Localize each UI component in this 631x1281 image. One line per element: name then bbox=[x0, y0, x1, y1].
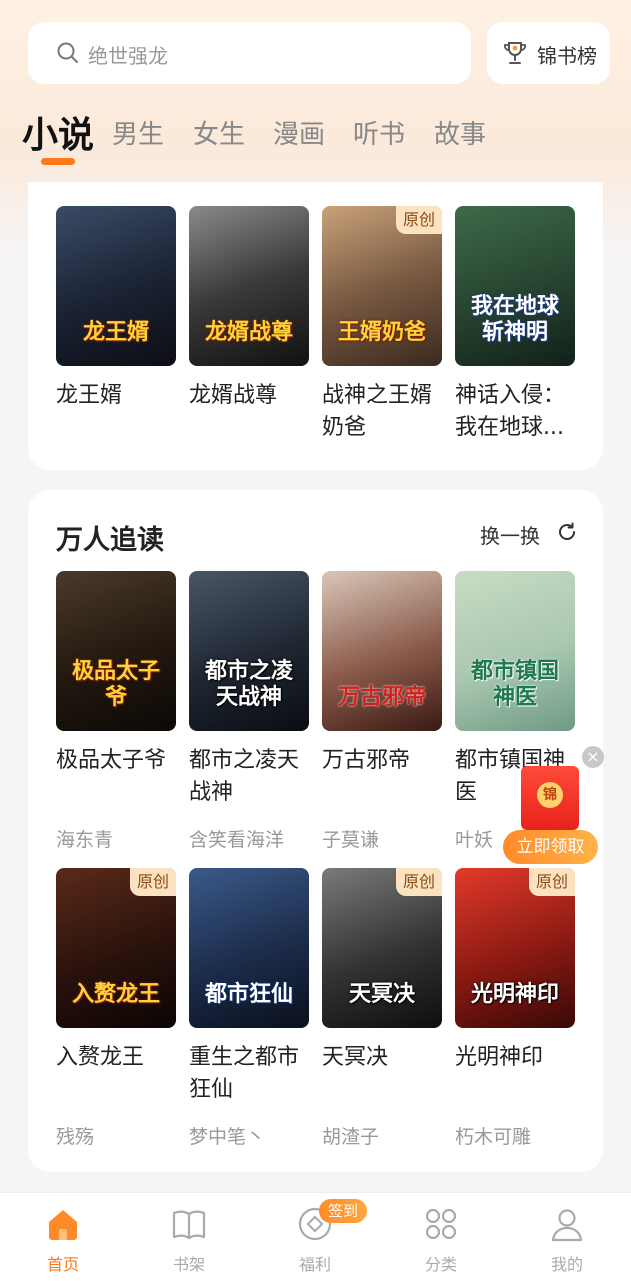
book-cover: 都市镇国神医 bbox=[455, 571, 575, 731]
book-title: 入赘龙王 bbox=[56, 1045, 145, 1070]
cover-title: 都市狂仙 bbox=[204, 982, 293, 1007]
book-cover: 极品太子爷 bbox=[56, 571, 176, 731]
tab-story[interactable]: 故事 bbox=[434, 114, 486, 151]
book-title: 光明神印 bbox=[455, 1045, 544, 1070]
book-author: 残殇 bbox=[56, 1126, 95, 1148]
original-badge: 原创 bbox=[396, 868, 442, 896]
nav-category[interactable]: 分类 bbox=[378, 1193, 504, 1281]
tab-indicator bbox=[41, 158, 75, 165]
book-title: 极品太子爷 bbox=[56, 748, 167, 773]
book-cover: 龙王婿 bbox=[56, 206, 176, 366]
book-section-top: 龙王婿 龙王婿 龙婿战尊 龙婿战尊 原创 王婿奶爸 战神之王婿奶爸 我在地球斩神… bbox=[28, 182, 603, 470]
cover-title: 龙婿战尊 bbox=[204, 320, 293, 345]
original-badge: 原创 bbox=[396, 206, 442, 234]
book-title: 万古邪帝 bbox=[322, 748, 411, 773]
book-cover: 万古邪帝 bbox=[322, 571, 442, 731]
book-cover: 龙婿战尊 bbox=[189, 206, 309, 366]
book-author: 朽木可雕 bbox=[455, 1126, 532, 1148]
nav-label: 我的 bbox=[550, 1255, 583, 1274]
bottom-navigation: 首页 书架 福利 分类 我的 bbox=[0, 1192, 631, 1281]
search-placeholder: 绝世强龙 bbox=[88, 44, 168, 68]
book-cover: 原创 光明神印 bbox=[455, 868, 575, 1028]
original-badge: 原创 bbox=[130, 868, 176, 896]
book-author: 子莫谦 bbox=[322, 829, 380, 851]
refresh-icon[interactable] bbox=[556, 521, 578, 543]
nav-home[interactable]: 首页 bbox=[0, 1193, 126, 1281]
category-tabs: 小说 男生 女生 漫画 听书 故事 bbox=[0, 106, 631, 166]
search-bar[interactable]: 绝世强龙 bbox=[28, 22, 471, 84]
bookshelf-icon bbox=[172, 1210, 206, 1240]
home-icon bbox=[49, 1210, 77, 1240]
trophy-icon bbox=[504, 42, 526, 64]
coin-icon: 锦 bbox=[537, 782, 563, 808]
book-title: 战神之王婿奶爸 bbox=[322, 383, 433, 440]
book-author: 海东青 bbox=[56, 829, 114, 851]
search-icon bbox=[57, 42, 78, 63]
cover-title: 王婿奶爸 bbox=[337, 320, 426, 345]
category-icon bbox=[425, 1208, 457, 1240]
refresh-button[interactable]: 换一换 bbox=[480, 520, 540, 549]
tab-novel[interactable]: 小说 bbox=[22, 106, 94, 158]
section-title: 万人追读 bbox=[56, 525, 164, 556]
book-title: 重生之都市狂仙 bbox=[189, 1045, 300, 1102]
book-title: 神话入侵：我在地球... bbox=[455, 383, 566, 440]
book-title: 都市之凌天战神 bbox=[189, 748, 300, 805]
cover-title: 我在地球斩神明 bbox=[470, 294, 559, 345]
sign-in-badge[interactable]: 签到 bbox=[319, 1199, 367, 1223]
claim-now-button[interactable]: 立即领取 bbox=[503, 830, 598, 864]
cover-title: 万古邪帝 bbox=[337, 685, 426, 710]
book-title: 龙婿战尊 bbox=[189, 383, 278, 408]
book-title: 天冥决 bbox=[322, 1045, 389, 1070]
rank-list-label: 锦书榜 bbox=[537, 44, 597, 68]
book-cover: 原创 入赘龙王 bbox=[56, 868, 176, 1028]
book-author: 梦中笔丶 bbox=[189, 1126, 266, 1148]
book-cover: 我在地球斩神明 bbox=[455, 206, 575, 366]
red-envelope-icon[interactable]: 锦 bbox=[521, 766, 579, 830]
close-icon[interactable]: × bbox=[582, 746, 604, 768]
tab-female[interactable]: 女生 bbox=[193, 114, 245, 151]
book-title: 龙王婿 bbox=[56, 383, 123, 408]
book-author: 叶妖 bbox=[455, 829, 494, 851]
book-author: 含笑看海洋 bbox=[189, 829, 285, 851]
rank-list-button[interactable]: 锦书榜 bbox=[487, 22, 610, 84]
nav-label: 书架 bbox=[172, 1255, 205, 1274]
nav-label: 首页 bbox=[46, 1255, 79, 1274]
cover-title: 天冥决 bbox=[348, 982, 415, 1007]
book-cover: 都市狂仙 bbox=[189, 868, 309, 1028]
profile-icon bbox=[551, 1209, 583, 1242]
cover-title: 极品太子爷 bbox=[71, 659, 160, 710]
nav-profile[interactable]: 我的 bbox=[504, 1193, 630, 1281]
nav-label: 福利 bbox=[298, 1255, 331, 1274]
nav-label: 分类 bbox=[424, 1255, 457, 1274]
book-cover: 原创 王婿奶爸 bbox=[322, 206, 442, 366]
original-badge: 原创 bbox=[529, 868, 575, 896]
cover-title: 入赘龙王 bbox=[71, 982, 160, 1007]
book-cover: 原创 天冥决 bbox=[322, 868, 442, 1028]
tab-audiobook[interactable]: 听书 bbox=[353, 114, 405, 151]
tab-male[interactable]: 男生 bbox=[112, 114, 164, 151]
cover-title: 光明神印 bbox=[470, 982, 559, 1007]
book-author: 胡渣子 bbox=[322, 1126, 380, 1148]
cover-title: 都市之凌天战神 bbox=[204, 659, 293, 710]
book-cover: 都市之凌天战神 bbox=[189, 571, 309, 731]
cover-title: 龙王婿 bbox=[82, 320, 149, 345]
tab-comic[interactable]: 漫画 bbox=[273, 114, 325, 151]
cover-title: 都市镇国神医 bbox=[470, 659, 559, 710]
nav-bookshelf[interactable]: 书架 bbox=[126, 1193, 252, 1281]
